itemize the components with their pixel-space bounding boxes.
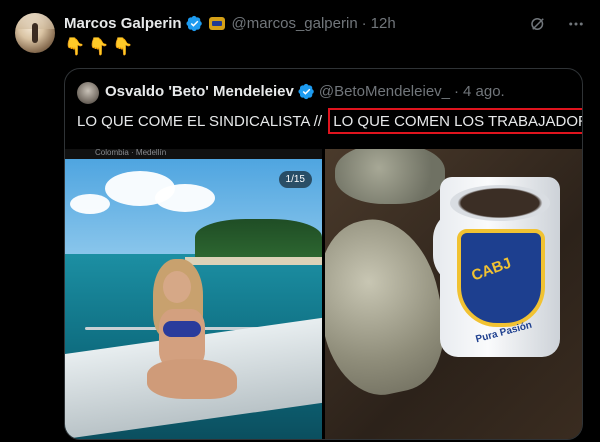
cabj-shield-icon: CABJ <box>457 229 545 327</box>
media-counter-badge: 1/15 <box>278 171 312 188</box>
tweet-header: Marcos Galperin @marcos_galperin · 12h <box>64 14 396 32</box>
quoted-media-grid: Colombia · Medellín 1/15 CABJ Pura Pasió… <box>65 149 582 439</box>
photo-person-legs <box>147 359 237 399</box>
grok-icon[interactable] <box>528 14 548 34</box>
mug-logo-text: CABJ <box>469 254 514 285</box>
tweet-actions-top <box>528 14 586 34</box>
quoted-tweet[interactable]: Osvaldo 'Beto' Mendeleiev @BetoMendeleie… <box>64 68 583 440</box>
verified-badge-icon <box>186 15 203 32</box>
photo-person-face <box>163 271 191 303</box>
media-caption: Colombia · Medellín <box>95 149 167 157</box>
author-avatar[interactable] <box>15 13 55 53</box>
photo-cloud <box>70 194 110 214</box>
quoted-tweet-date[interactable]: 4 ago. <box>463 83 505 100</box>
avatar-figure <box>32 23 38 43</box>
quoted-tweet-text: LO QUE COME EL SINDICALISTA // LO QUE CO… <box>77 108 582 134</box>
media-image-yacht[interactable]: Colombia · Medellín 1/15 <box>65 149 322 439</box>
instagram-caption-bar: Colombia · Medellín <box>65 149 322 159</box>
photo-cloud <box>155 184 215 212</box>
photo-person <box>145 259 237 409</box>
media-image-bread-mug[interactable]: CABJ Pura Pasión <box>325 149 582 439</box>
quoted-author-name[interactable]: Osvaldo 'Beto' Mendeleiev <box>105 83 294 100</box>
photo-moldy-bread <box>335 149 445 204</box>
more-icon[interactable] <box>566 14 586 34</box>
quoted-header-separator: · <box>454 83 459 100</box>
quoted-tweet-header: Osvaldo 'Beto' Mendeleiev @BetoMendeleie… <box>105 83 505 100</box>
quoted-author-handle[interactable]: @BetoMendeleiev_ <box>319 83 450 100</box>
author-name[interactable]: Marcos Galperin <box>64 15 182 32</box>
photo-mug-coffee <box>450 185 550 221</box>
author-handle[interactable]: @marcos_galperin <box>232 15 358 32</box>
header-separator: · <box>361 14 367 32</box>
tweet-text: 👇👇👇 <box>64 37 137 56</box>
affiliate-badge-icon <box>208 16 225 30</box>
tweet-time[interactable]: 12h <box>371 15 396 32</box>
photo-person-swimsuit <box>163 321 201 337</box>
quoted-author-avatar[interactable] <box>77 82 99 104</box>
verified-badge-icon <box>298 83 315 100</box>
quoted-text-part: LO QUE COME EL SINDICALISTA // <box>77 113 323 130</box>
highlighted-text: LO QUE COMEN LOS TRABAJADORES <box>328 108 582 134</box>
